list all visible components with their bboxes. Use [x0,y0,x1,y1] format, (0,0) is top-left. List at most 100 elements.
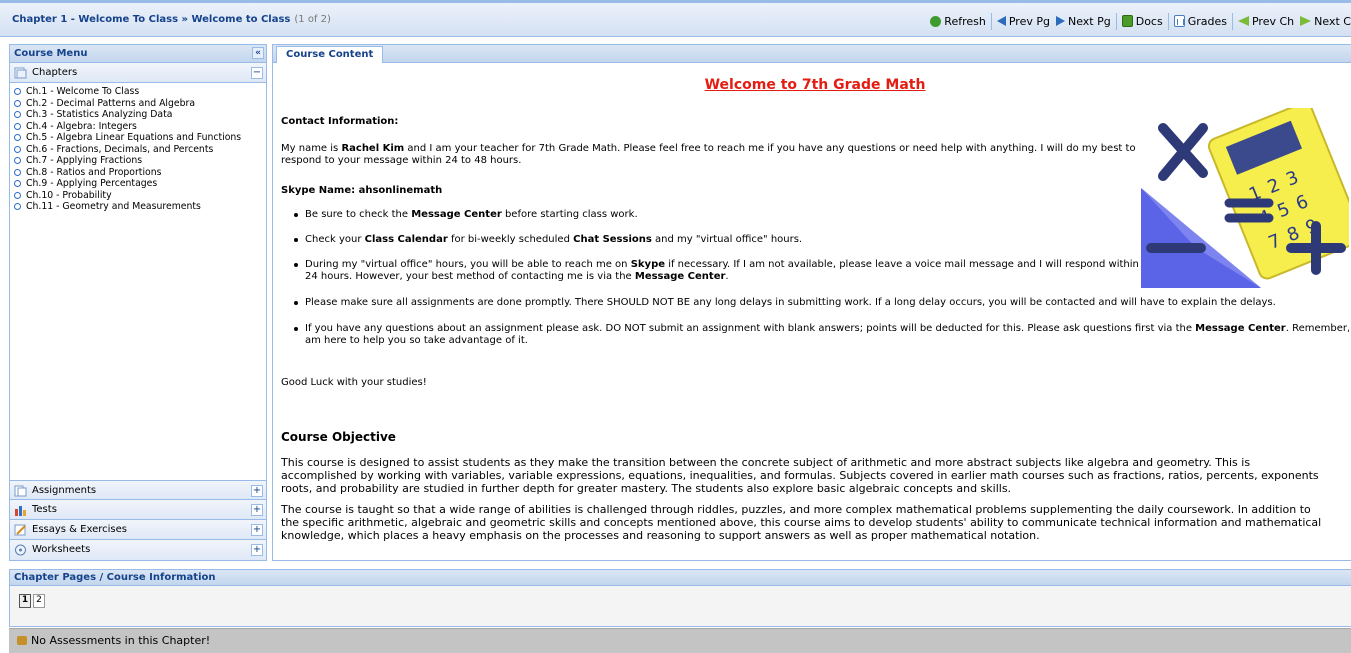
chapter-item[interactable]: Ch.11 - Geometry and Measurements [14,201,266,213]
bullet-text: and my "virtual office" hours. [651,234,803,245]
intro-pre: My name is [281,143,342,154]
section-tests[interactable]: Tests + [10,500,266,520]
chapter-label: Ch.11 - Geometry and Measurements [26,201,201,212]
chapter-item[interactable]: Ch.5 - Algebra Linear Equations and Func… [14,132,266,144]
grades-chart-icon [1173,15,1185,27]
section-accordion: Assignments + Tests + Essays & Exercises… [10,480,266,560]
bullet-text: . [725,271,729,282]
status-text: No Assessments in this Chapter! [31,634,211,647]
chapter-item[interactable]: Ch.4 - Algebra: Integers [14,121,266,133]
bullet-bold: Message Center [411,209,502,220]
bullet-virtual-office: During my "virtual office" hours, you wi… [294,259,1139,271]
collapse-panel-button[interactable]: « [252,47,264,59]
bullet-icon [14,134,21,142]
bullet-assignments-prompt: Please make sure all assignments are don… [294,297,1276,308]
page-button-2[interactable]: 2 [33,594,45,608]
tests-bar-chart-icon [15,506,26,516]
bullet-message-center: Be sure to check the Message Center befo… [294,209,638,221]
page-title: Welcome to 7th Grade Math [704,77,926,93]
section-worksheets[interactable]: Worksheets + [10,540,266,560]
chapters-folder-icon [14,67,27,79]
bullet-text: Check your [305,234,365,245]
objective-line: accomplished by working with variables, … [281,469,1319,482]
prev-page-button[interactable]: Prev Pg [994,12,1053,30]
chapter-item[interactable]: Ch.2 - Decimal Patterns and Algebra [14,98,266,110]
intro-line: My name is Rachel Kim and I am your teac… [281,143,1136,155]
bullet-bold: Class Calendar [364,234,448,245]
next-chapter-button[interactable]: Next Cl [1297,12,1351,30]
top-header: Chapter 1 - Welcome To Class » Welcome t… [0,0,1351,37]
bullet-bold: Message Center [634,271,726,282]
collapse-chapters-button[interactable]: − [251,67,263,79]
bullet-bold: Chat Sessions [573,234,652,245]
chapter-item[interactable]: Ch.7 - Applying Fractions [14,155,266,167]
bullet-text: if necessary. If I am not available, ple… [665,259,1139,270]
objective-line: the specific arithmetic, algebraic and g… [281,516,1322,529]
bullet-class-calendar: Check your Class Calendar for bi-weekly … [293,234,803,246]
page-button-1[interactable]: 1 [19,594,31,608]
tab-strip: Course Content [273,45,1351,63]
docs-icon [1121,15,1133,27]
chapter-label: Ch.3 - Statistics Analyzing Data [26,109,173,120]
next-page-button[interactable]: Next Pg [1053,12,1114,30]
prev-page-label: Prev Pg [1008,14,1050,28]
bullet-text: Be sure to check the [305,209,412,220]
toolbar: Refresh Prev Pg Next Pg Docs Grades Prev… [927,12,1351,30]
prev-chapter-button[interactable]: Prev Ch [1235,12,1297,30]
assignments-doc-icon [14,485,27,497]
worksheets-disc-icon [15,544,26,556]
expand-assignments-button[interactable]: + [251,485,263,497]
bullet-virtual-office-line2: 24 hours. However, your best method of c… [305,271,729,283]
page-info: (1 of 2) [294,14,331,25]
refresh-icon [930,15,942,27]
green-arrow-left-icon [1237,16,1249,26]
bullet-text: before starting class work. [501,209,638,220]
bullet-bold: Message Center [1195,323,1286,334]
worksheets-label: Worksheets [32,544,91,555]
arrow-left-icon [996,16,1006,26]
contact-heading: Contact Information: [281,116,399,127]
tab-course-content[interactable]: Course Content [276,46,384,63]
arrow-right-icon [1055,16,1065,26]
chapters-label: Chapters [32,67,78,78]
chapter-item[interactable]: Ch.6 - Fractions, Decimals, and Percents [14,144,266,156]
chapter-label: Ch.6 - Fractions, Decimals, and Percents [26,143,214,155]
chapter-item[interactable]: Ch.8 - Ratios and Proportions [14,167,266,179]
chapter-label: Ch.7 - Applying Fractions [26,155,143,166]
course-menu-panel: Course Menu « Chapters − Ch.1 - Welcome … [9,44,267,561]
bullet-icon [14,180,21,188]
refresh-label: Refresh [944,14,986,28]
expand-essays-button[interactable]: + [251,524,263,536]
bullet-text: . Remember, [1285,323,1349,334]
bullet-icon [14,122,21,130]
section-essays[interactable]: Essays & Exercises + [10,520,266,540]
docs-button[interactable]: Docs [1119,12,1166,30]
chapter-pages-header: Chapter Pages / Course Information [10,570,1351,586]
course-menu-header: Course Menu « [10,45,266,63]
chapter-item[interactable]: Ch.1 - Welcome To Class [14,86,266,98]
docs-label: Docs [1135,14,1163,28]
status-bar: No Assessments in this Chapter! [9,628,1351,653]
chapters-header[interactable]: Chapters − [10,63,266,83]
chapter-label: Ch.5 - Algebra Linear Equations and Func… [26,132,242,143]
chapter-label: Ch.10 - Probability [26,189,112,201]
objective-line: This course is designed to assist studen… [281,456,1251,469]
bullet-icon [14,99,21,107]
essays-label: Essays & Exercises [32,524,127,535]
bullet-text: 24 hours. However, your best method of c… [305,271,635,282]
bullet-text: If you have any questions about an assig… [305,323,1196,334]
grades-button[interactable]: Grades [1171,12,1230,30]
chapter-item[interactable]: Ch.10 - Probability [14,190,266,202]
section-assignments[interactable]: Assignments + [10,480,266,500]
objective-line: roots, and probability are studied in fu… [281,482,1012,495]
bullet-text: for bi-weekly scheduled [447,234,574,245]
bullet-icon [14,88,21,96]
refresh-button[interactable]: Refresh [927,12,989,30]
bullet-icon [14,111,21,119]
expand-worksheets-button[interactable]: + [251,544,263,556]
header-top-line [0,0,1351,3]
chapter-item[interactable]: Ch.9 - Applying Percentages [14,178,266,190]
page-buttons: 1 2 [19,594,45,608]
chapter-item[interactable]: Ch.3 - Statistics Analyzing Data [14,109,266,121]
expand-tests-button[interactable]: + [251,504,263,516]
